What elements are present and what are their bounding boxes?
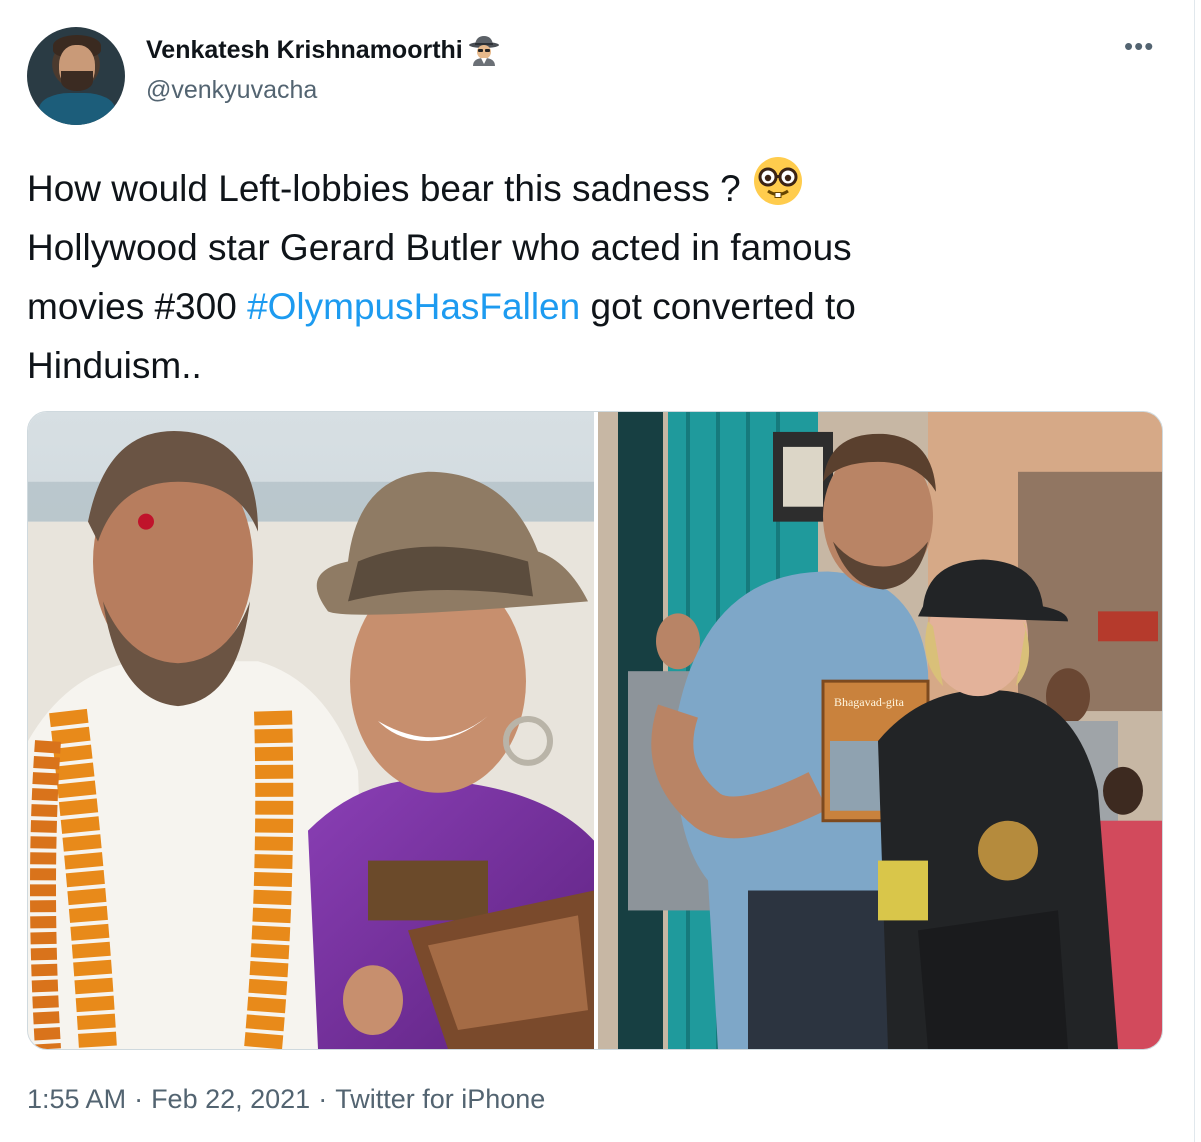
- avatar[interactable]: [27, 27, 125, 125]
- tweet-source[interactable]: Twitter for iPhone: [335, 1081, 545, 1117]
- book-title-text: Bhagavad-gita: [834, 695, 905, 709]
- tweet-text-line-3-post: got converted to: [590, 286, 856, 327]
- display-name[interactable]: Venkatesh Krishnamoorthi: [146, 34, 463, 66]
- tweet-text: How would Left-lobbies bear this sadness…: [27, 154, 1177, 395]
- photo-1[interactable]: [28, 412, 594, 1049]
- tweet-time[interactable]: 1:55 AM: [27, 1081, 126, 1117]
- display-name-row[interactable]: Venkatesh Krishnamoorthi: [146, 34, 501, 66]
- tweet-text-line-4: Hinduism..: [27, 345, 202, 386]
- photo-2[interactable]: Bhagavad-gita: [598, 412, 1162, 1049]
- user-handle[interactable]: @venkyuvacha: [146, 74, 317, 106]
- tweet-meta: 1:55 AM · Feb 22, 2021 · Twitter for iPhone: [27, 1081, 545, 1117]
- meta-separator: ·: [318, 1084, 328, 1114]
- nerd-face-icon: [751, 154, 805, 208]
- more-options-button[interactable]: •••: [1124, 33, 1154, 59]
- tweet-text-line-1: How would Left-lobbies bear this sadness…: [27, 168, 741, 209]
- media-grid: Bhagavad-gita: [27, 411, 1163, 1050]
- meta-separator: ·: [134, 1084, 144, 1114]
- tweet-text-line-3-pre: movies #300: [27, 286, 237, 327]
- tweet-date[interactable]: Feb 22, 2021: [151, 1081, 310, 1117]
- tweet-card: Venkatesh Krishnamoorthi @venkyuvacha ••…: [0, 0, 1195, 1142]
- tweet-text-line-2: Hollywood star Gerard Butler who acted i…: [27, 227, 852, 268]
- hashtag-link[interactable]: #OlympusHasFallen: [247, 286, 580, 327]
- sleuth-spy-icon: [467, 34, 501, 66]
